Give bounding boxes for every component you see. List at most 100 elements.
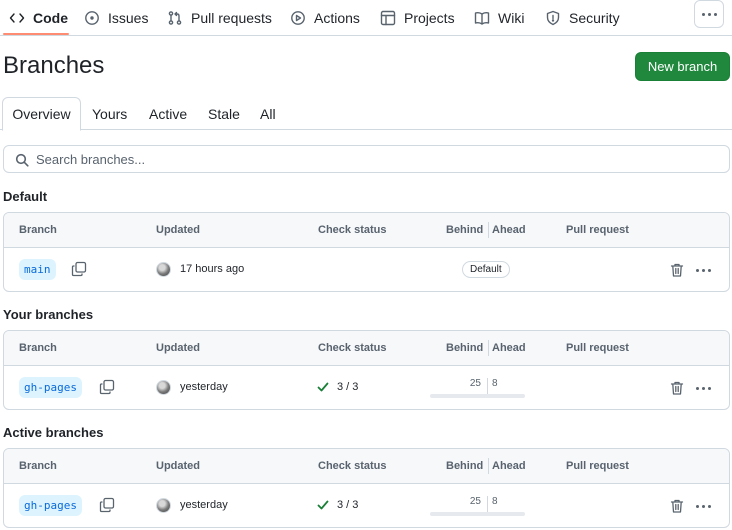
section-heading-default: Default xyxy=(3,189,48,204)
branch-table-yours: Branch Updated Check status Behind Ahead… xyxy=(3,330,730,410)
nav-item-wiki[interactable]: Wiki xyxy=(474,0,524,35)
kebab-horizontal-icon xyxy=(695,386,711,390)
avatar[interactable] xyxy=(156,498,171,513)
default-badge: Default xyxy=(462,261,510,278)
nav-label-issues: Issues xyxy=(108,9,149,26)
check-icon xyxy=(317,500,329,510)
branch-name-link[interactable]: gh-pages xyxy=(19,495,82,516)
behind-count: 25 xyxy=(469,378,481,389)
col-pull-request: Pull request xyxy=(566,342,629,354)
nav-item-security[interactable]: Security xyxy=(545,0,620,35)
updated-time: yesterday xyxy=(180,499,228,511)
check-status[interactable]: 3 / 3 xyxy=(317,499,358,511)
book-icon xyxy=(474,11,490,25)
repo-nav: Code Issues Pull requests Actions Projec… xyxy=(0,0,732,36)
col-ahead: Ahead xyxy=(492,460,526,472)
search-box xyxy=(3,145,730,173)
tab-active[interactable]: Active xyxy=(149,97,187,130)
branch-name-link[interactable]: gh-pages xyxy=(19,377,82,398)
updated-time: 17 hours ago xyxy=(180,263,245,275)
copy-icon[interactable] xyxy=(99,379,115,395)
col-updated: Updated xyxy=(156,224,200,236)
nav-selected-underline xyxy=(3,33,69,35)
col-divider xyxy=(488,458,489,474)
nav-label-projects: Projects xyxy=(404,9,455,26)
behind-count: 25 xyxy=(469,496,481,507)
section-heading-your-branches: Your branches xyxy=(3,307,94,322)
col-branch: Branch xyxy=(19,460,57,472)
tab-overview[interactable]: Overview xyxy=(2,97,81,131)
tab-yours[interactable]: Yours xyxy=(92,97,127,130)
check-count: 3 / 3 xyxy=(337,499,359,511)
page-title: Branches xyxy=(3,52,105,79)
nav-item-pull-requests[interactable]: Pull requests xyxy=(167,0,272,35)
col-ahead: Ahead xyxy=(492,342,526,354)
trash-icon[interactable] xyxy=(669,498,685,514)
new-branch-button[interactable]: New branch xyxy=(635,52,730,81)
check-icon xyxy=(317,382,329,392)
row-more-button[interactable] xyxy=(694,262,712,278)
nav-item-issues[interactable]: Issues xyxy=(84,0,148,35)
issue-opened-icon xyxy=(85,10,99,25)
col-check-status: Check status xyxy=(318,460,387,472)
git-pull-request-icon xyxy=(168,10,182,25)
nav-label-code: Code xyxy=(33,9,68,26)
trash-icon[interactable] xyxy=(669,262,685,278)
col-behind: Behind xyxy=(446,460,484,472)
ahead-count: 8 xyxy=(492,378,498,389)
tab-stale[interactable]: Stale xyxy=(208,97,240,130)
nav-item-actions[interactable]: Actions xyxy=(290,0,360,35)
col-divider xyxy=(488,340,489,356)
copy-icon[interactable] xyxy=(71,261,87,277)
table-header: Branch Updated Check status Behind Ahead… xyxy=(4,213,729,248)
nav-item-projects[interactable]: Projects xyxy=(380,0,455,35)
row-more-button[interactable] xyxy=(694,498,712,514)
ahead-count: 8 xyxy=(492,496,498,507)
section-heading-active-branches: Active branches xyxy=(3,425,104,440)
kebab-horizontal-icon xyxy=(695,504,711,508)
col-pull-request: Pull request xyxy=(566,224,629,236)
avatar[interactable] xyxy=(156,262,171,277)
code-icon xyxy=(9,12,25,23)
behind-ahead-indicator: 25 8 xyxy=(430,378,525,398)
kebab-horizontal-icon xyxy=(695,268,711,272)
row-more-button[interactable] xyxy=(694,380,712,396)
col-branch: Branch xyxy=(19,224,57,236)
table-row: gh-pages yesterday 3 / 3 25 8 xyxy=(4,366,729,409)
col-ahead: Ahead xyxy=(492,224,526,236)
col-behind: Behind xyxy=(446,342,484,354)
tab-all[interactable]: All xyxy=(260,97,276,130)
behind-ahead-bar xyxy=(430,512,525,516)
nav-more-button[interactable] xyxy=(694,0,724,28)
updated-time: yesterday xyxy=(180,381,228,393)
nav-label-actions: Actions xyxy=(314,9,360,26)
branch-name-link[interactable]: main xyxy=(19,259,56,280)
nav-item-code[interactable]: Code xyxy=(9,0,68,35)
col-branch: Branch xyxy=(19,342,57,354)
avatar[interactable] xyxy=(156,380,171,395)
behind-ahead-indicator: 25 8 xyxy=(430,496,525,516)
check-status[interactable]: 3 / 3 xyxy=(317,381,358,393)
table-row: gh-pages yesterday 3 / 3 25 8 xyxy=(4,484,729,527)
search-input[interactable] xyxy=(36,151,716,167)
col-pull-request: Pull request xyxy=(566,460,629,472)
check-count: 3 / 3 xyxy=(337,381,359,393)
play-icon xyxy=(291,10,305,25)
col-check-status: Check status xyxy=(318,342,387,354)
table-row: main 17 hours ago Default xyxy=(4,248,729,291)
branch-table-default: Branch Updated Check status Behind Ahead… xyxy=(3,212,730,292)
table-header: Branch Updated Check status Behind Ahead… xyxy=(4,331,729,366)
table-header: Branch Updated Check status Behind Ahead… xyxy=(4,449,729,484)
col-check-status: Check status xyxy=(318,224,387,236)
branch-tabs: Overview Yours Active Stale All xyxy=(0,97,732,131)
nav-label-wiki: Wiki xyxy=(498,9,525,26)
table-icon xyxy=(380,10,396,25)
trash-icon[interactable] xyxy=(669,380,685,396)
kebab-horizontal-icon xyxy=(701,12,717,16)
nav-label-pull-requests: Pull requests xyxy=(191,9,272,26)
copy-icon[interactable] xyxy=(99,497,115,513)
branch-table-active: Branch Updated Check status Behind Ahead… xyxy=(3,448,730,528)
col-divider xyxy=(488,222,489,238)
shield-icon xyxy=(546,10,560,25)
col-updated: Updated xyxy=(156,460,200,472)
